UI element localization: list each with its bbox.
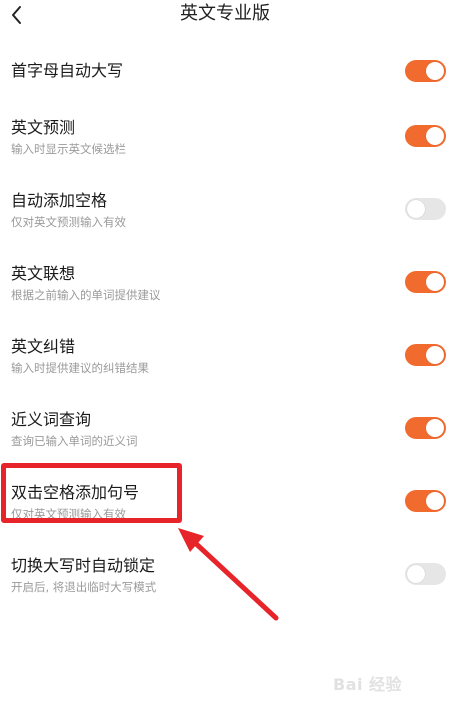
- toggle-switch[interactable]: [405, 563, 446, 585]
- toggle-switch[interactable]: [405, 125, 446, 147]
- setting-title: 切换大写时自动锁定: [11, 556, 156, 575]
- header-bar: 英文专业版: [0, 0, 450, 30]
- toggle-knob: [426, 127, 444, 145]
- setting-caps-lock-auto: 切换大写时自动锁定 开启后, 将退出临时大写模式: [0, 555, 450, 597]
- toggle-switch[interactable]: [405, 198, 446, 220]
- setting-title: 英文联想: [11, 264, 76, 283]
- setting-title: 双击空格添加句号: [11, 483, 140, 502]
- setting-subtitle: 查询已输入单词的近义词: [11, 434, 138, 448]
- watermark: Bai 经验: [333, 675, 403, 694]
- setting-subtitle: 输入时提供建议的纠错结果: [11, 361, 149, 375]
- setting-subtitle: 开启后, 将退出临时大写模式: [11, 580, 157, 594]
- setting-english-correction: 英文纠错 输入时提供建议的纠错结果: [0, 336, 450, 378]
- setting-title: 英文纠错: [11, 337, 76, 356]
- setting-double-space-period: 双击空格添加句号 仅对英文预测输入有效: [0, 482, 450, 524]
- toggle-knob: [426, 492, 444, 510]
- toggle-switch[interactable]: [405, 60, 446, 82]
- toggle-switch[interactable]: [405, 490, 446, 512]
- setting-title: 首字母自动大写: [11, 61, 124, 80]
- toggle-switch[interactable]: [405, 344, 446, 366]
- setting-english-association: 英文联想 根据之前输入的单词提供建议: [0, 263, 450, 305]
- setting-synonym-lookup: 近义词查询 查询已输入单词的近义词: [0, 409, 450, 451]
- setting-title: 英文预测: [11, 118, 76, 137]
- setting-subtitle: 输入时显示英文候选栏: [11, 142, 126, 156]
- setting-title: 自动添加空格: [11, 191, 108, 210]
- page-title: 英文专业版: [180, 3, 270, 24]
- toggle-knob: [407, 565, 425, 583]
- setting-subtitle: 仅对英文预测输入有效: [11, 215, 126, 229]
- setting-subtitle: 根据之前输入的单词提供建议: [11, 288, 161, 302]
- setting-auto-add-space: 自动添加空格 仅对英文预测输入有效: [0, 190, 450, 232]
- setting-title: 近义词查询: [11, 410, 92, 429]
- setting-subtitle: 仅对英文预测输入有效: [11, 507, 126, 521]
- toggle-knob: [426, 273, 444, 291]
- toggle-switch[interactable]: [405, 417, 446, 439]
- toggle-knob: [426, 346, 444, 364]
- setting-english-prediction: 英文预测 输入时显示英文候选栏: [0, 117, 450, 159]
- toggle-switch[interactable]: [405, 271, 446, 293]
- toggle-knob: [426, 419, 444, 437]
- toggle-knob: [407, 200, 425, 218]
- toggle-knob: [426, 62, 444, 80]
- setting-auto-capitalize: 首字母自动大写: [0, 60, 450, 84]
